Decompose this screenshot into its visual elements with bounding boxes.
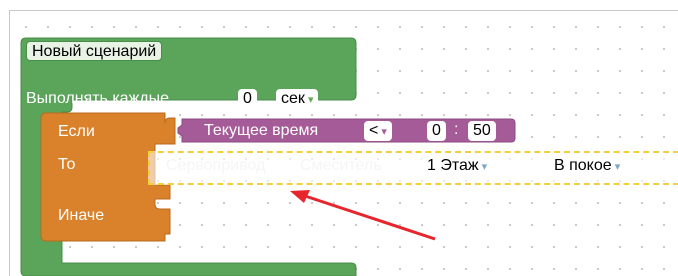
annotation-arrow-icon: [290, 190, 436, 241]
blockly-workspace[interactable]: Новый сценарий Выполнять каждые 0 сек Ес…: [9, 10, 678, 276]
